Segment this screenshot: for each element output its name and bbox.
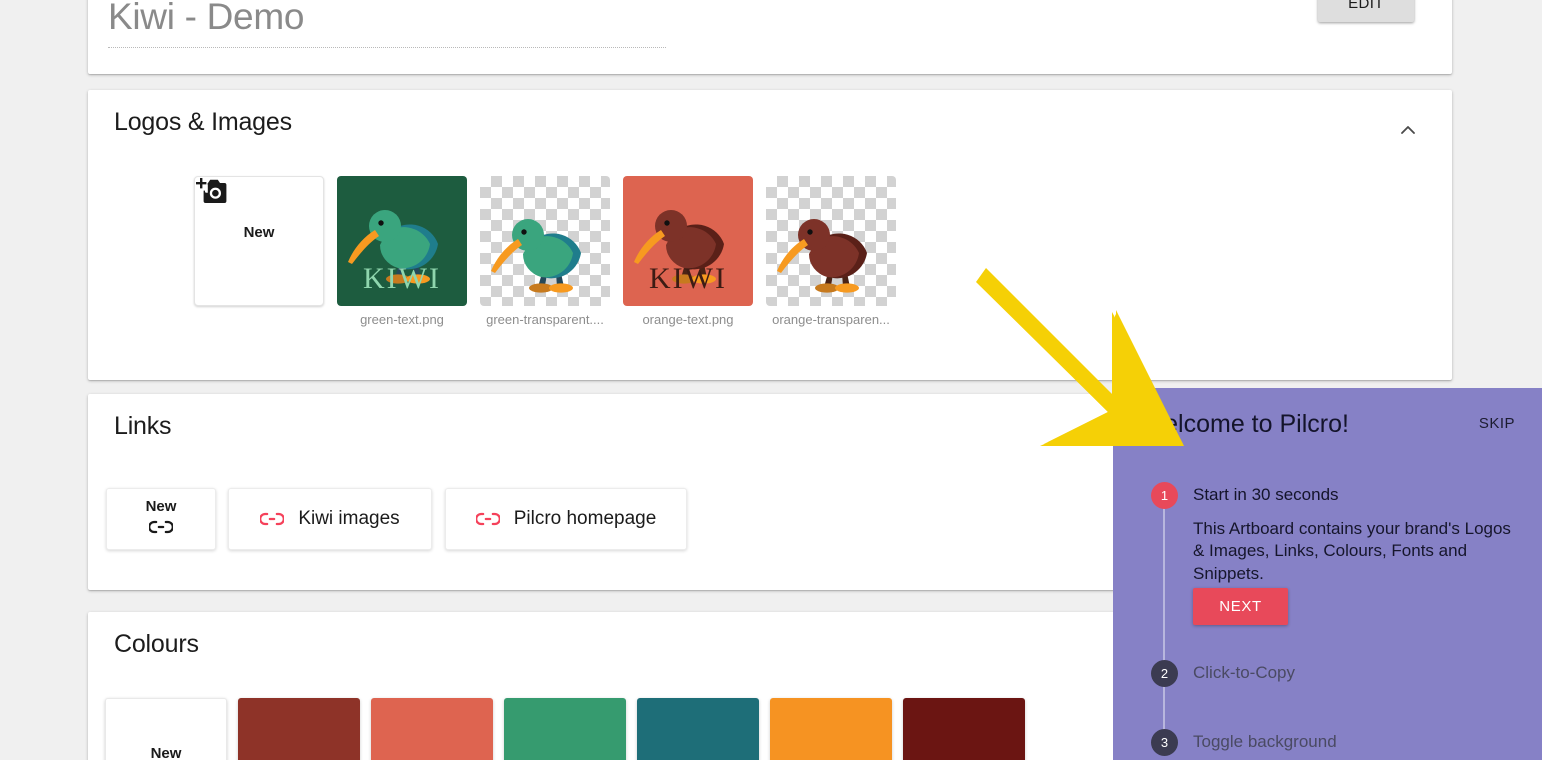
artboard-title-card: EDIT: [88, 0, 1452, 74]
artboard-name-input[interactable]: [108, 0, 666, 46]
svg-text:KIWI: KIWI: [363, 262, 441, 295]
new-link-card[interactable]: New: [106, 488, 216, 550]
link-icon: [475, 511, 500, 527]
onboarding-step-title: Start in 30 seconds: [1193, 485, 1339, 504]
logo-thumbnail-caption: orange-transparen...: [772, 312, 890, 327]
onboarding-step-rail: [1163, 496, 1165, 744]
logo-thumbnail-caption: green-text.png: [360, 312, 444, 327]
onboarding-step-title: Toggle background: [1193, 732, 1337, 751]
onboarding-step-number: 2: [1151, 660, 1178, 687]
colour-swatch[interactable]: [238, 698, 360, 760]
colour-swatch[interactable]: [637, 698, 759, 760]
svg-text:KIWI: KIWI: [649, 262, 727, 295]
link-icon: [260, 511, 285, 527]
colour-swatch[interactable]: [371, 698, 493, 760]
onboarding-step-title: Click-to-Copy: [1193, 663, 1296, 682]
chevron-up-icon[interactable]: [1398, 120, 1418, 140]
link-chip[interactable]: Kiwi images: [228, 488, 432, 550]
artboard-name-underline: [108, 47, 666, 48]
links-section-title: Links: [114, 412, 172, 440]
onboarding-panel: Welcome to Pilcro! SKIP 1 Start in 30 se…: [1113, 388, 1542, 760]
onboarding-title: Welcome to Pilcro!: [1141, 410, 1349, 438]
artboard-title-row: EDIT: [108, 0, 1432, 52]
logo-thumbnail-caption: orange-text.png: [642, 312, 734, 327]
new-link-label: New: [145, 498, 177, 515]
logo-thumbnail-caption: green-transparent....: [486, 312, 604, 327]
colour-swatch[interactable]: [770, 698, 892, 760]
link-chip-label: Kiwi images: [298, 508, 400, 529]
logos-and-images-card: Logos & Images New KIWI green-text.png g…: [88, 90, 1452, 380]
logos-section-title: Logos & Images: [114, 108, 292, 136]
new-image-card[interactable]: New: [194, 176, 324, 306]
link-chip-label: Pilcro homepage: [513, 508, 657, 529]
link-chip[interactable]: Pilcro homepage: [445, 488, 687, 550]
colours-section-title: Colours: [114, 630, 199, 658]
logo-thumbnail[interactable]: KIWI: [623, 176, 753, 306]
link-icon: [148, 519, 174, 540]
logo-thumbnail[interactable]: KIWI: [337, 176, 467, 306]
logo-thumbnail[interactable]: [480, 176, 610, 306]
onboarding-step-body: This Artboard contains your brand's Logo…: [1193, 519, 1511, 583]
edit-button[interactable]: EDIT: [1318, 0, 1414, 22]
next-button[interactable]: NEXT: [1193, 588, 1288, 625]
logo-thumbnail[interactable]: [766, 176, 896, 306]
colour-swatch[interactable]: [504, 698, 626, 760]
new-colour-label: New: [150, 745, 182, 760]
new-colour-card[interactable]: New: [105, 698, 227, 760]
skip-button[interactable]: SKIP: [1479, 415, 1515, 432]
new-image-label: New: [243, 223, 275, 241]
onboarding-step-number: 1: [1151, 482, 1178, 509]
onboarding-step-number: 3: [1151, 729, 1178, 756]
app-root: EDIT Logos & Images New: [0, 0, 1542, 760]
colour-swatch[interactable]: [903, 698, 1025, 760]
